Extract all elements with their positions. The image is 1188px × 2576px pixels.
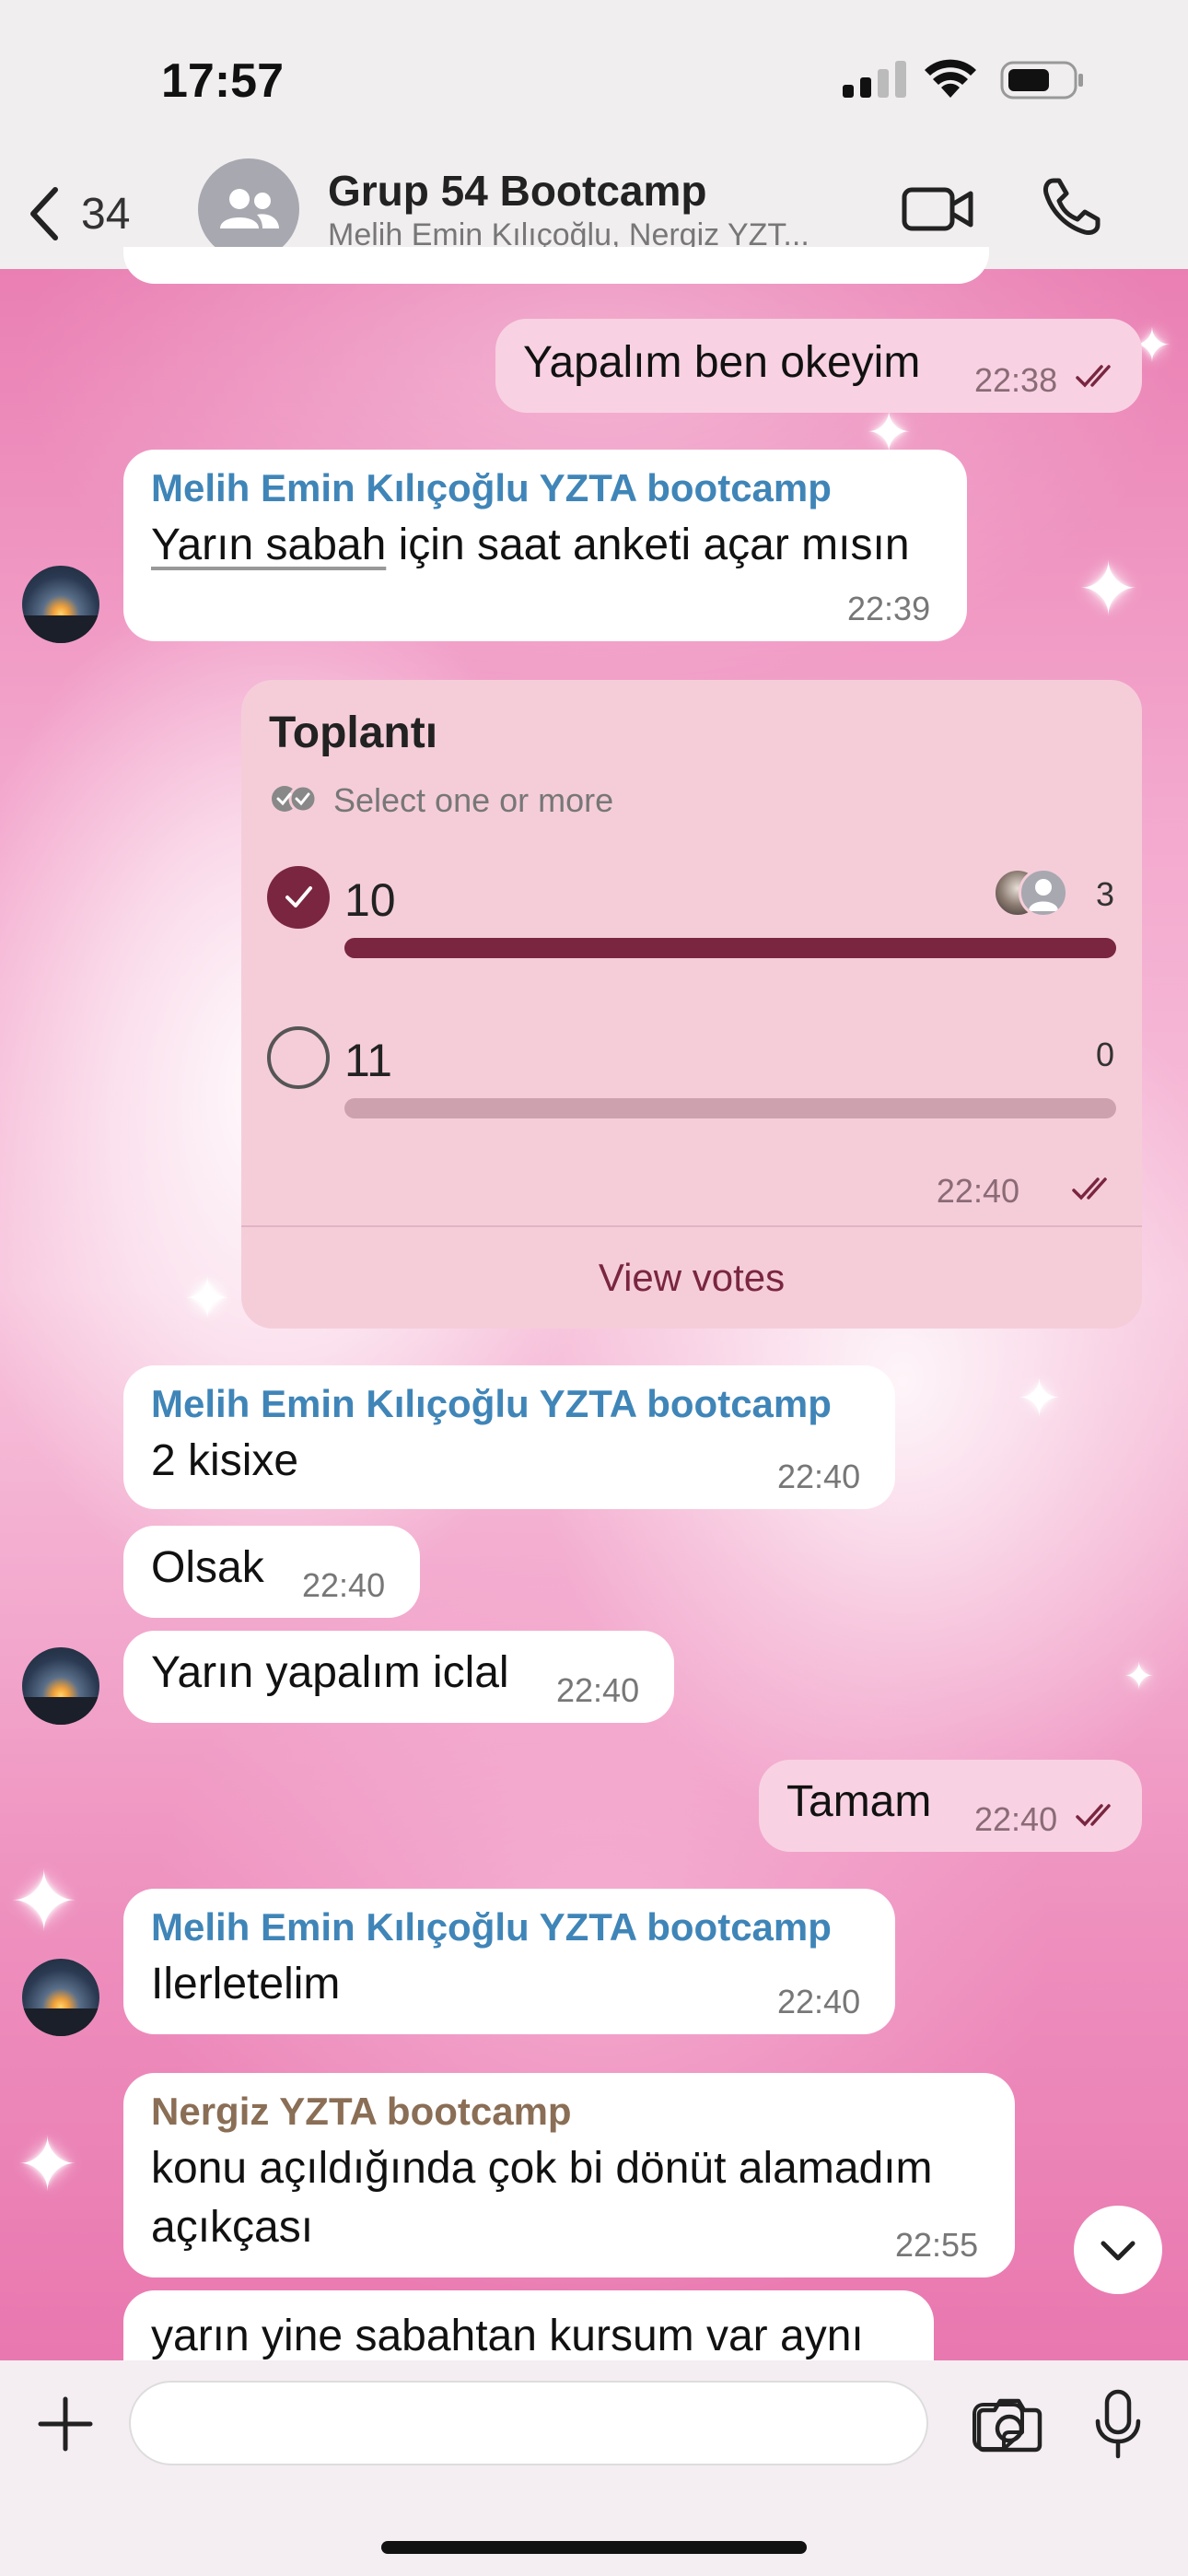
plus-icon[interactable] — [33, 2392, 98, 2456]
sparkle-decoration: ✦ — [184, 1268, 231, 1329]
message-text: yarın yine sabahtan kursum var aynı — [151, 2312, 864, 2360]
sender-name[interactable]: Melih Emin Kılıçoğlu YZTA bootcamp — [151, 1382, 832, 1426]
message-bubble-incoming[interactable]: Melih Emin Kılıçoğlu YZTA bootcamp Yarın… — [123, 450, 967, 641]
poll-card[interactable]: Toplantı Select one or more 10 3 11 0 22… — [241, 680, 1142, 1329]
message-text: Yarın yapalım iclal — [151, 1648, 509, 1697]
poll-mode: Select one or more — [333, 781, 614, 819]
sender-avatar[interactable] — [22, 1959, 99, 2036]
sender-name[interactable]: Melih Emin Kılıçoğlu YZTA bootcamp — [151, 466, 832, 510]
group-avatar[interactable] — [198, 158, 299, 260]
poll-vote-count: 0 — [1096, 1036, 1115, 1073]
sparkle-decoration: ✦ — [1018, 1369, 1061, 1427]
read-receipt-icon — [1076, 365, 1111, 388]
poll-result-bar — [344, 938, 1116, 958]
message-bubble-partial — [123, 247, 989, 284]
chat-title[interactable]: Grup 54 Bootcamp — [328, 166, 707, 216]
poll-option-label[interactable]: 11 — [344, 1034, 392, 1087]
poll-option-label[interactable]: 10 — [344, 873, 396, 927]
message-bubble-incoming[interactable]: Melih Emin Kılıçoğlu YZTA bootcamp 2 kis… — [123, 1365, 895, 1509]
scroll-to-bottom-button[interactable] — [1074, 2206, 1162, 2294]
view-votes-button[interactable]: View votes — [241, 1227, 1142, 1329]
message-time: 22:40 — [302, 1566, 386, 1604]
underlined-text[interactable]: Yarın sabah — [151, 521, 386, 569]
message-time: 22:38 — [974, 361, 1058, 399]
cellular-signal-icon — [843, 61, 906, 98]
battery-icon — [1000, 61, 1083, 100]
message-time: 22:39 — [847, 590, 931, 627]
sparkle-decoration: ✦ — [9, 1856, 79, 1949]
group-avatar-icon — [220, 189, 279, 228]
status-bar: 17:57 — [0, 0, 1188, 157]
message-text: 2 kisixe — [151, 1436, 299, 1485]
status-time: 17:57 — [161, 54, 284, 108]
sender-name[interactable]: Nergiz YZTA bootcamp — [151, 2090, 572, 2134]
back-button[interactable]: 34 — [28, 177, 166, 251]
unread-count: 34 — [81, 189, 131, 239]
message-time: 22:55 — [895, 2226, 979, 2264]
phone-icon[interactable] — [1039, 175, 1103, 240]
sender-avatar[interactable] — [22, 1647, 99, 1725]
sender-avatar[interactable] — [22, 566, 99, 643]
checkmark-icon — [285, 886, 312, 907]
message-text: Olsak — [151, 1543, 264, 1592]
message-text: Ilerletelim — [151, 1960, 341, 2008]
chevron-left-icon — [30, 187, 58, 240]
sparkle-decoration: ✦ — [1077, 548, 1140, 630]
message-input[interactable] — [129, 2381, 1024, 2465]
voter-avatar — [1019, 868, 1068, 918]
message-text: açıkçası — [151, 2203, 314, 2252]
poll-time: 22:40 — [936, 1172, 1019, 1210]
message-time: 22:40 — [777, 1458, 861, 1495]
poll-vote-count: 3 — [1096, 875, 1115, 913]
poll-result-track — [344, 1098, 1116, 1118]
message-text: konu açıldığında çok bi dönüt alamadım — [151, 2144, 933, 2193]
poll-title: Toplantı — [269, 708, 438, 757]
message-text-rest: için saat anketi açar mısın — [386, 521, 910, 569]
poll-option-checkbox[interactable] — [267, 866, 330, 929]
message-time: 22:40 — [556, 1671, 640, 1709]
message-text: Tamam — [786, 1777, 932, 1826]
sender-name[interactable]: Melih Emin Kılıçoğlu YZTA bootcamp — [151, 1905, 832, 1950]
message-bubble-outgoing[interactable]: Tamam 22:40 — [759, 1760, 1142, 1852]
home-indicator — [381, 2541, 807, 2554]
message-bubble-incoming[interactable]: Nergiz YZTA bootcamp konu açıldığında ço… — [123, 2073, 1015, 2277]
sparkle-decoration: ✦ — [1124, 1657, 1155, 1697]
message-bubble-incoming[interactable]: Olsak 22:40 — [123, 1526, 420, 1618]
video-camera-icon[interactable] — [901, 177, 974, 241]
sparkle-decoration: ✦ — [17, 2124, 79, 2206]
read-receipt-icon — [1072, 1177, 1107, 1200]
message-input-bar — [0, 2360, 1188, 2576]
person-icon — [1029, 879, 1058, 911]
poll-option-checkbox[interactable] — [267, 1026, 330, 1089]
wifi-icon — [925, 59, 976, 98]
camera-icon[interactable] — [976, 2395, 1042, 2453]
message-bubble-outgoing[interactable]: Yapalım ben okeyim 22:38 — [495, 319, 1142, 413]
message-bubble-incoming[interactable]: Yarın yapalım iclal 22:40 — [123, 1631, 674, 1723]
poll-result-track — [344, 938, 1116, 958]
multiple-choice-icon — [272, 784, 318, 814]
message-text: Yapalım ben okeyim — [523, 338, 921, 387]
voter-avatars[interactable] — [993, 868, 1068, 918]
chevron-down-icon — [1101, 2241, 1136, 2261]
message-time: 22:40 — [974, 1800, 1058, 1838]
read-receipt-icon — [1076, 1804, 1111, 1827]
message-time: 22:40 — [777, 1983, 861, 2020]
microphone-icon[interactable] — [1090, 2388, 1146, 2462]
message-bubble-incoming[interactable]: Melih Emin Kılıçoğlu YZTA bootcamp Ilerl… — [123, 1889, 895, 2034]
message-text: Yarın sabah için saat anketi açar mısın — [151, 520, 910, 570]
